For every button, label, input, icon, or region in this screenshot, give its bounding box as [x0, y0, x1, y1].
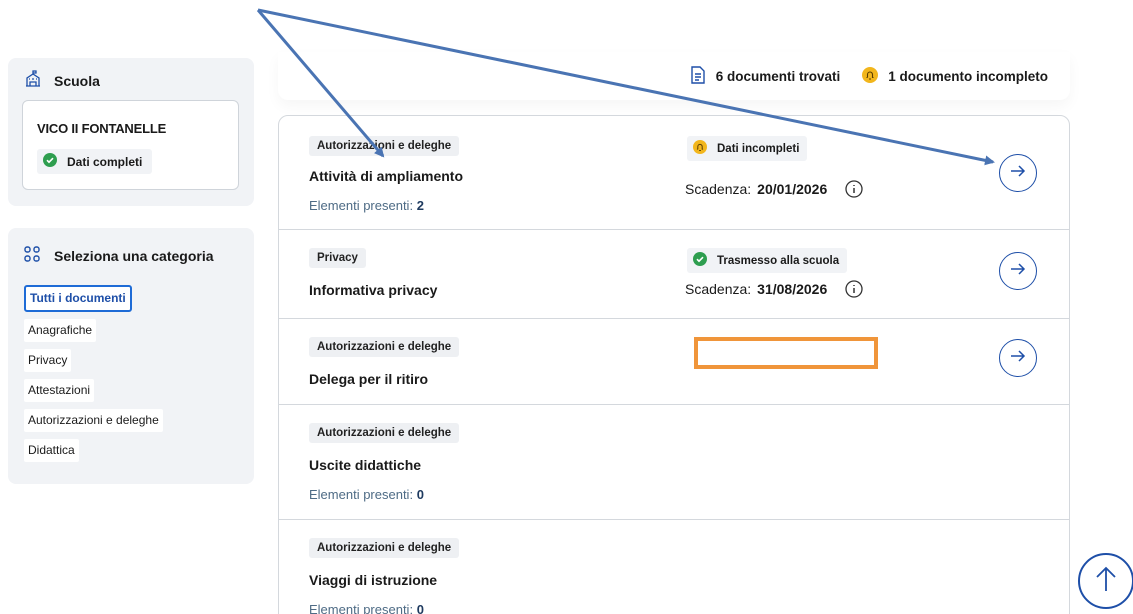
category-item-didattica[interactable]: Didattica	[24, 439, 79, 462]
document-title: Delega per il ritiro	[309, 371, 429, 387]
document-icon	[690, 66, 706, 87]
category-list: Tutti i documenti Anagrafiche Privacy At…	[24, 285, 163, 462]
status-badge: Trasmesso alla scuola	[687, 248, 848, 273]
document-title: Attività di ampliamento	[309, 168, 464, 184]
status-badge: Dati incompleti	[687, 136, 808, 161]
document-tag: Autorizzazioni e deleghe	[309, 423, 460, 443]
status-label: Trasmesso alla scuola	[717, 254, 840, 267]
bell-icon	[693, 140, 707, 157]
elements-count: 2	[416, 198, 424, 213]
category-item-privacy[interactable]: Privacy	[24, 349, 72, 372]
arrow-up-icon	[1095, 565, 1117, 598]
document-deadline: Scadenza: 31/08/2026	[685, 280, 863, 298]
school-status-label: Dati completi	[67, 154, 143, 169]
arrow-right-icon	[1009, 262, 1027, 281]
deadline-date: 20/01/2026	[757, 181, 828, 197]
category-card: Seleziona una categoria Tutti i document…	[8, 228, 254, 484]
scroll-to-top-button[interactable]	[1078, 553, 1133, 609]
elements-count: 0	[416, 602, 424, 614]
category-item-attestazioni[interactable]: Attestazioni	[24, 379, 95, 402]
elements-count: 0	[416, 487, 424, 502]
document-row: Autorizzazioni e deleghe Viaggi di istru…	[279, 520, 1069, 614]
category-item-tutti[interactable]: Tutti i documenti	[24, 285, 132, 312]
school-building-icon	[24, 70, 42, 91]
document-row: Privacy Informativa privacy Trasmesso al…	[279, 230, 1069, 319]
school-header: Scuola	[24, 70, 100, 91]
info-icon[interactable]	[845, 280, 863, 298]
document-title: Viaggi di istruzione	[309, 572, 438, 588]
school-heading: Scuola	[54, 72, 100, 89]
check-circle-icon	[43, 153, 57, 170]
deadline-date: 31/08/2026	[757, 281, 828, 297]
school-status-badge: Dati completi	[37, 149, 153, 174]
highlighted-empty-status	[694, 337, 878, 369]
open-document-button[interactable]	[999, 154, 1037, 192]
category-item-anagrafiche[interactable]: Anagrafiche	[24, 319, 97, 342]
grid-icon	[24, 246, 40, 265]
document-title: Informativa privacy	[309, 282, 438, 298]
documents-found-label: 6 documenti trovati	[715, 69, 841, 84]
bell-icon	[862, 67, 879, 86]
school-box: VICO II FONTANELLE Dati completi	[22, 100, 239, 190]
arrow-right-icon	[1009, 349, 1027, 368]
summary-bar: 6 documenti trovati 1 documento incomple…	[278, 52, 1070, 100]
elements-label: Elementi presenti:	[309, 198, 414, 213]
document-row: Autorizzazioni e deleghe Uscite didattic…	[279, 405, 1069, 520]
document-elements: Elementi presenti: 0	[309, 487, 424, 502]
documents-incomplete: 1 documento incompleto	[862, 67, 1048, 86]
document-list: Autorizzazioni e deleghe Attività di amp…	[278, 115, 1070, 614]
check-circle-icon	[693, 252, 707, 269]
document-deadline: Scadenza: 20/01/2026	[685, 180, 863, 198]
documents-incomplete-label: 1 documento incompleto	[888, 69, 1048, 84]
document-title: Uscite didattiche	[309, 457, 422, 473]
document-tag: Privacy	[309, 248, 366, 268]
arrow-right-icon	[1009, 164, 1027, 183]
document-tag: Autorizzazioni e deleghe	[309, 538, 460, 558]
document-tag: Autorizzazioni e deleghe	[309, 337, 460, 357]
document-tag: Autorizzazioni e deleghe	[309, 136, 460, 156]
elements-label: Elementi presenti:	[309, 487, 414, 502]
deadline-label: Scadenza:	[685, 281, 752, 297]
category-item-autorizzazioni[interactable]: Autorizzazioni e deleghe	[24, 409, 163, 432]
open-document-button[interactable]	[999, 339, 1037, 377]
school-card: Scuola VICO II FONTANELLE Dati completi	[8, 58, 254, 206]
deadline-label: Scadenza:	[685, 181, 752, 197]
document-elements: Elementi presenti: 0	[309, 602, 424, 614]
status-label: Dati incompleti	[717, 142, 800, 155]
document-row: Autorizzazioni e deleghe Attività di amp…	[279, 116, 1069, 230]
school-name: VICO II FONTANELLE	[37, 121, 167, 136]
info-icon[interactable]	[845, 180, 863, 198]
category-header: Seleziona una categoria	[24, 246, 214, 265]
category-heading: Seleziona una categoria	[54, 247, 214, 264]
elements-label: Elementi presenti:	[309, 602, 414, 614]
documents-found: 6 documenti trovati	[690, 66, 841, 87]
open-document-button[interactable]	[999, 252, 1037, 290]
document-elements: Elementi presenti: 2	[309, 198, 424, 213]
document-row: Autorizzazioni e deleghe Delega per il r…	[279, 319, 1069, 405]
